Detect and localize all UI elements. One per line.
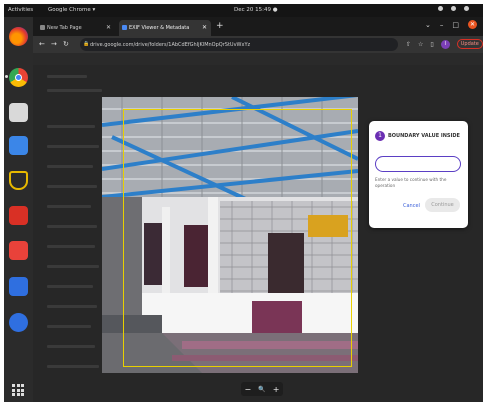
close-window-icon[interactable]: ✕	[468, 20, 477, 29]
tab-search-icon[interactable]: ⌄	[425, 21, 431, 29]
url-text: drive.google.com/drive/folders/1AbCdEfGh…	[90, 42, 251, 48]
update-button[interactable]: Update	[456, 39, 483, 49]
tab-strip: New Tab Page ✕ EXIF Viewer & Metadata ✕ …	[33, 17, 483, 36]
active-indicator	[5, 75, 8, 78]
background-row	[47, 165, 93, 168]
app-menu[interactable]: Google Chrome ▾	[48, 7, 95, 13]
clock[interactable]: Dec 20 15:49 ●	[234, 7, 278, 13]
background-row	[47, 75, 87, 78]
boundary-value-dialog: 1 BOUNDARY VALUE INSIDE Enter a value to…	[369, 121, 468, 228]
background-row	[47, 265, 99, 268]
tab-favicon-icon	[122, 25, 127, 30]
background-row	[47, 89, 102, 92]
vpn-icon[interactable]	[9, 277, 28, 296]
power-icon	[464, 6, 469, 11]
bookmarks-bar	[33, 53, 483, 65]
profile-avatar[interactable]: I	[440, 39, 450, 49]
cancel-button[interactable]: Cancel	[403, 203, 420, 209]
minimize-icon[interactable]: –	[440, 21, 444, 29]
lock-icon: 🔒	[83, 41, 90, 47]
tab-view-icon[interactable]: ▯	[430, 41, 433, 48]
network-icon	[438, 6, 443, 11]
zoom-controls: − 🔍 +	[241, 382, 283, 396]
dialog-title: BOUNDARY VALUE INSIDE	[388, 133, 460, 139]
zoom-in-button[interactable]: +	[273, 385, 280, 394]
background-row	[47, 305, 97, 308]
dialog-help-text: Enter a value to continue with the opera…	[375, 177, 447, 188]
background-row	[47, 225, 97, 228]
software-icon[interactable]	[9, 241, 28, 260]
background-row	[47, 185, 97, 188]
tool-icon[interactable]	[9, 313, 28, 332]
background-row	[47, 345, 95, 348]
dock	[4, 17, 33, 402]
boundary-value-input[interactable]	[375, 156, 461, 172]
photo-preview[interactable]	[102, 97, 358, 373]
zoom-out-button[interactable]: −	[245, 385, 252, 394]
step-badge: 1	[375, 131, 385, 141]
firefox-icon[interactable]	[9, 27, 28, 46]
new-tab-button[interactable]: +	[216, 21, 224, 31]
tab-label: EXIF Viewer & Metadata	[129, 25, 190, 31]
tab-exif-viewer[interactable]: EXIF Viewer & Metadata ✕	[119, 20, 211, 36]
volume-icon	[451, 6, 456, 11]
page-content: − 🔍 + 1 BOUNDARY VALUE INSIDE Enter a va…	[33, 65, 483, 402]
tab-new-tab[interactable]: New Tab Page ✕	[37, 20, 115, 36]
browser-window: New Tab Page ✕ EXIF Viewer & Metadata ✕ …	[33, 17, 483, 402]
share-icon[interactable]: ⇧	[406, 41, 411, 48]
activities-button[interactable]: Activities	[8, 7, 33, 13]
zoom-icon[interactable]: 🔍	[258, 386, 265, 393]
system-tray[interactable]	[438, 6, 469, 11]
background-row	[47, 365, 99, 368]
crop-frame[interactable]	[123, 109, 352, 367]
background-row	[47, 285, 93, 288]
background-row	[47, 205, 91, 208]
tab-close-icon[interactable]: ✕	[202, 24, 207, 31]
window-controls: ⌄ – □ ✕	[425, 20, 477, 29]
continue-button[interactable]: Continue	[425, 198, 460, 212]
toolbar-actions: ⇧ ☆ ▯ I Update	[406, 39, 483, 49]
system-top-bar: Activities Google Chrome ▾ Dec 20 15:49 …	[4, 4, 483, 17]
files-icon[interactable]	[9, 103, 28, 122]
forward-icon[interactable]: →	[51, 40, 57, 48]
bookmark-star-icon[interactable]: ☆	[418, 41, 423, 48]
background-row	[47, 325, 91, 328]
pdf-icon[interactable]	[9, 206, 28, 225]
background-row	[47, 245, 95, 248]
address-bar[interactable]: 🔒 drive.google.com/drive/folders/1AbCdEf…	[80, 38, 398, 51]
reload-icon[interactable]: ↻	[63, 40, 69, 48]
show-apps-icon[interactable]	[12, 384, 24, 396]
tab-label: New Tab Page	[47, 25, 82, 31]
background-row	[47, 125, 95, 128]
maximize-icon[interactable]: □	[452, 21, 459, 29]
chrome-icon[interactable]	[9, 68, 28, 87]
back-icon[interactable]: ←	[39, 40, 45, 48]
browser-toolbar: ← → ↻ 🔒 drive.google.com/drive/folders/1…	[33, 36, 483, 53]
background-row	[47, 145, 99, 148]
tab-favicon-icon	[40, 25, 45, 30]
screen: Activities Google Chrome ▾ Dec 20 15:49 …	[4, 4, 483, 402]
security-icon[interactable]	[9, 171, 28, 190]
docs-icon[interactable]	[9, 136, 28, 155]
tab-close-icon[interactable]: ✕	[106, 24, 111, 31]
